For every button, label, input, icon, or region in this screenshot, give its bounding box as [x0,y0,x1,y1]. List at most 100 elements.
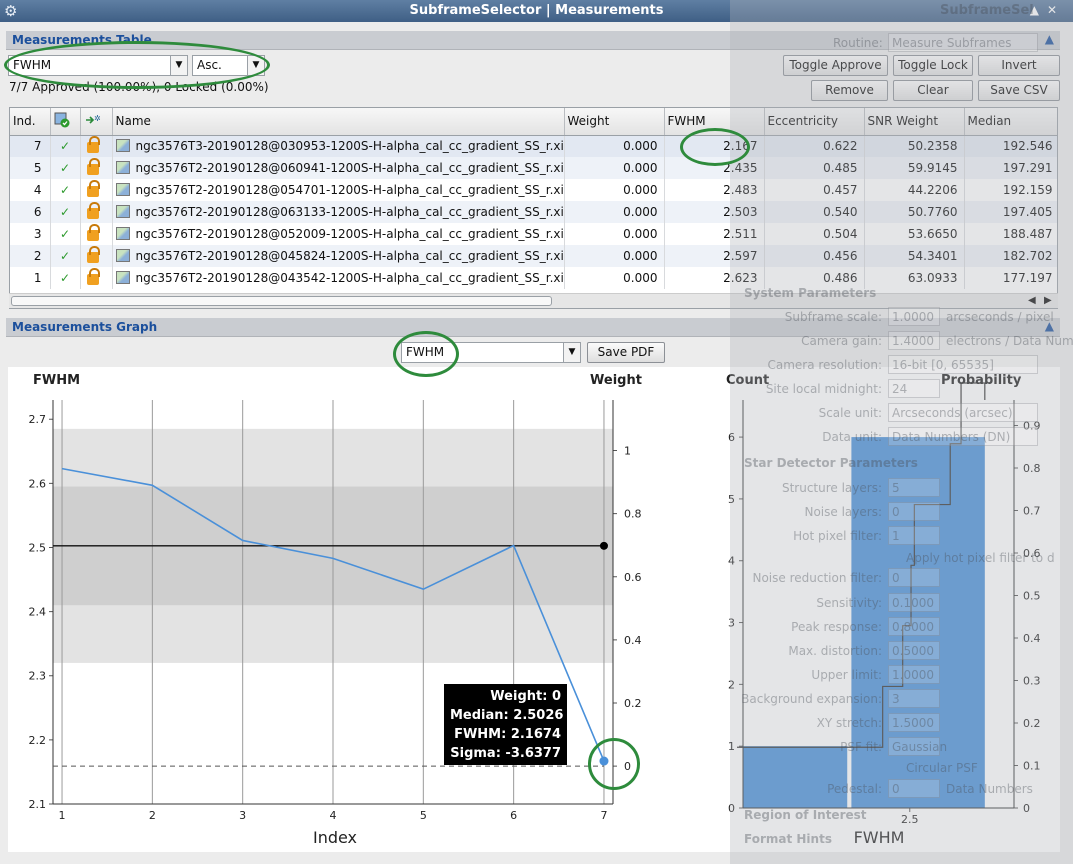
table-row[interactable]: 6 ✓ ngc3576T2-20190128@063133-1200S-H-alph… [10,201,1057,223]
x-axis-title: FWHM [854,828,905,847]
cell-weight: 0.000 [564,179,665,201]
y2-tick-label: 0.8 [624,508,642,521]
column-header-approved[interactable] [50,108,81,136]
lock-cell[interactable] [80,157,113,179]
column-header-eccentricity[interactable]: Eccentricity [764,108,865,136]
measurements-table-section-header[interactable]: Measurements Table ▲ [6,31,1060,50]
y-tick-label: 2.1 [29,798,47,811]
scrollbar-thumb[interactable] [11,296,552,306]
measurements-graph-section-header[interactable]: Measurements Graph ▲ [6,318,1060,337]
table-header-row: Ind. ✲ Name Weight FWHM Eccentricity SNR… [10,108,1057,136]
file-name: ngc3576T2-20190128@060941-1200S-H-alpha_… [135,161,564,175]
cell-fwhm: 2.511 [664,223,765,245]
table-row[interactable]: 7 ✓ ngc3576T3-20190128@030953-1200S-H-alph… [10,135,1057,157]
scroll-left-icon[interactable]: ◀ [1028,295,1036,306]
y-axis-title: Count [726,373,769,388]
table-row[interactable]: 2 ✓ ngc3576T2-20190128@045824-1200S-H-alph… [10,245,1057,267]
chevron-down-icon: ▼ [563,343,580,362]
cell-name: ngc3576T2-20190128@043542-1200S-H-alpha_… [112,267,565,289]
cell-eccentricity: 0.540 [764,201,865,223]
lock-cell[interactable] [80,179,113,201]
column-header-median[interactable]: Median [964,108,1057,136]
toggle-approve-button[interactable]: Toggle Approve [783,55,888,76]
column-header-weight[interactable]: Weight [564,108,665,136]
file-name: ngc3576T3-20190128@030953-1200S-H-alpha_… [135,139,564,154]
lock-cell[interactable] [80,267,113,289]
cell-index: 6 [10,201,51,223]
approved-icon [54,112,69,128]
x-tick-label: 7 [600,809,607,822]
cell-name: ngc3576T2-20190128@063133-1200S-H-alpha_… [112,201,565,223]
table-horizontal-scrollbar[interactable]: ◀ ▶ [9,293,1058,308]
sort-property-select[interactable]: FWHM ▼ [8,55,188,76]
file-name: ngc3576T2-20190128@054701-1200S-H-alpha_… [135,183,564,197]
table-row[interactable]: 1 ✓ ngc3576T2-20190128@043542-1200S-H-alph… [10,267,1057,289]
x-axis-title: Index [313,828,357,847]
cell-index: 5 [10,157,51,179]
y-tick-label: 2.5 [29,541,47,554]
column-header-locked[interactable]: ✲ [80,108,113,136]
window-title: SubframeSelector | Measurements [409,3,664,18]
cell-fwhm: 2.597 [664,245,765,267]
lock-cell[interactable] [80,135,113,157]
approved-check-icon[interactable]: ✓ [50,157,81,179]
y-tick-label: 2.6 [29,477,47,490]
lock-cell[interactable] [80,201,113,223]
approved-check-icon[interactable]: ✓ [50,135,81,157]
cell-median: 177.197 [964,267,1057,289]
cell-snr-weight: 53.6650 [864,223,965,245]
approved-check-icon[interactable]: ✓ [50,201,81,223]
toggle-lock-button[interactable]: Toggle Lock [893,55,973,76]
x-tick-label: 2.5 [901,813,919,826]
y2-tick-label: 0.2 [1023,717,1041,730]
cell-weight: 0.000 [564,157,665,179]
sort-order-select[interactable]: Asc. ▼ [192,55,265,76]
shade-icon[interactable]: ▲ [1030,3,1047,17]
save-pdf-button[interactable]: Save PDF [587,342,665,363]
y-tick-label: 3 [728,617,735,630]
cell-index: 4 [10,179,51,201]
cell-fwhm: 2.503 [664,201,765,223]
y-tick-label: 6 [728,431,735,444]
lock-cell[interactable] [80,245,113,267]
column-header-fwhm[interactable]: FWHM [664,108,765,136]
measurements-window: ⚙ SubframeSelector | Measurements ▲✕ Mea… [0,0,1073,864]
cell-name: ngc3576T3-20190128@030953-1200S-H-alpha_… [112,135,565,157]
x-tick-label: 2 [149,809,156,822]
invert-button[interactable]: Invert [978,55,1060,76]
unlocked-icon [86,223,100,241]
table-row[interactable]: 3 ✓ ngc3576T2-20190128@052009-1200S-H-alph… [10,223,1057,245]
table-row[interactable]: 4 ✓ ngc3576T2-20190128@054701-1200S-H-alph… [10,179,1057,201]
remove-button[interactable]: Remove [811,80,888,101]
y2-tick-label: 0.4 [1023,632,1041,645]
save-csv-button[interactable]: Save CSV [978,80,1060,101]
approved-check-icon[interactable]: ✓ [50,223,81,245]
unlocked-icon [86,179,100,197]
scroll-right-icon[interactable]: ▶ [1044,295,1052,306]
approved-check-icon[interactable]: ✓ [50,267,81,289]
approved-check-icon[interactable]: ✓ [50,179,81,201]
file-name: ngc3576T2-20190128@052009-1200S-H-alpha_… [135,227,564,241]
collapse-icon[interactable]: ▲ [1045,319,1054,333]
y2-tick-label: 0.3 [1023,675,1041,688]
column-header-name[interactable]: Name [112,108,565,136]
tooltip-median: Median: 2.5026 [450,708,564,723]
tooltip-fwhm: FWHM: 2.1674 [454,727,561,742]
table-row[interactable]: 5 ✓ ngc3576T2-20190128@060941-1200S-H-alph… [10,157,1057,179]
column-header-index[interactable]: Ind. [10,108,51,136]
cell-index: 2 [10,245,51,267]
clear-button[interactable]: Clear [893,80,973,101]
title-bar: ⚙ SubframeSelector | Measurements ▲✕ [0,0,1073,22]
cell-median: 197.291 [964,157,1057,179]
close-icon[interactable]: ✕ [1047,3,1065,17]
approved-check-icon[interactable]: ✓ [50,245,81,267]
column-header-snr-weight[interactable]: SNR Weight [864,108,965,136]
lock-cell[interactable] [80,223,113,245]
y2-tick-label: 0 [624,760,631,773]
histogram-bar [851,437,985,808]
graph-property-select[interactable]: FWHM ▼ [401,342,581,363]
cell-eccentricity: 0.485 [764,157,865,179]
collapse-icon[interactable]: ▲ [1045,32,1054,46]
graph-canvas[interactable]: 1 2 3 4 5 6 7 2.1 2.2 2.3 2.4 2.5 2.6 2.7 0 0.2 0.4 0.6 0.… [8,367,1060,852]
cell-eccentricity: 0.486 [764,267,865,289]
